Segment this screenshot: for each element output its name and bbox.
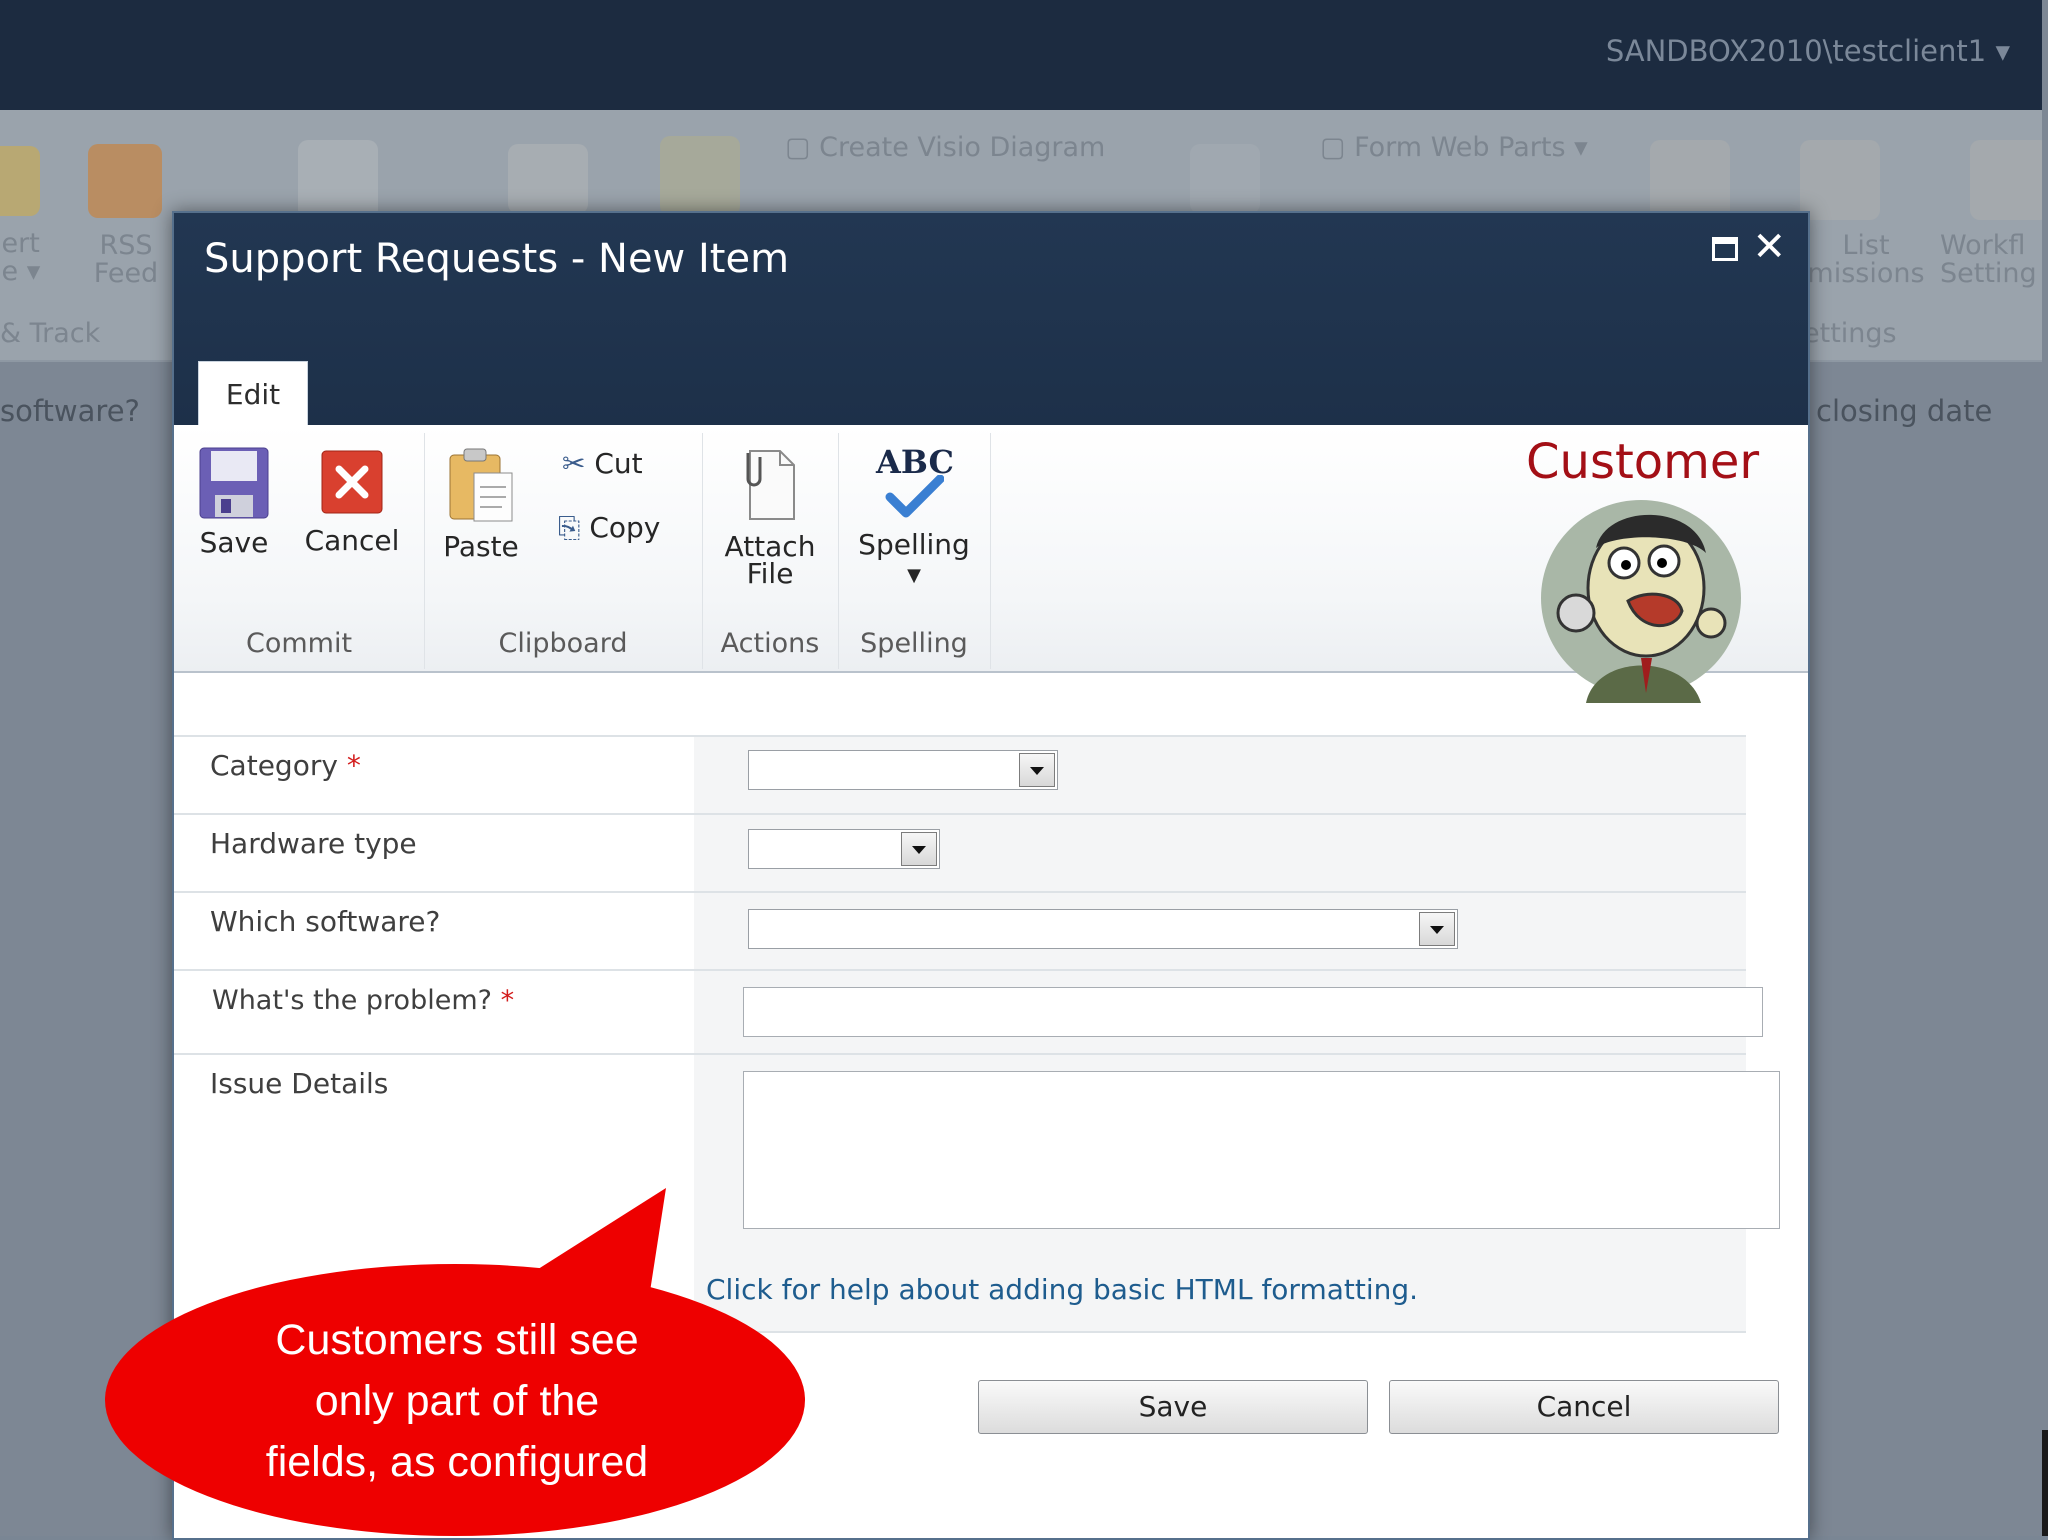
- screen-edge: [2042, 0, 2048, 1430]
- required-marker: *: [500, 985, 515, 1016]
- problem-input[interactable]: [743, 987, 1763, 1037]
- copy-label: Copy: [589, 511, 661, 544]
- top-bar: SANDBOX2010\testclient1 ▾: [0, 0, 2048, 110]
- dialog-title: Support Requests - New Item: [204, 236, 790, 282]
- web-icon: [298, 140, 378, 220]
- gears-icon: [508, 144, 588, 214]
- spelling-button[interactable]: ABC Spelling ▼: [850, 446, 978, 589]
- category-select[interactable]: [748, 750, 1058, 790]
- group-label-spelling: Spelling: [860, 628, 968, 659]
- chevron-down-icon: [1019, 753, 1055, 787]
- bg-column-closing: closing date: [1816, 394, 1993, 428]
- copy-button[interactable]: ⎘ Copy: [558, 511, 660, 545]
- paste-label: Paste: [443, 530, 519, 563]
- software-label: Which software?: [210, 905, 441, 938]
- required-marker: *: [346, 749, 361, 782]
- cut-label: Cut: [594, 447, 643, 480]
- save-button[interactable]: Save: [196, 447, 272, 559]
- chevron-down-icon: ▾: [1995, 34, 2010, 68]
- cancel-button[interactable]: Cancel: [302, 447, 402, 557]
- bg-group-settings: ettings: [1803, 318, 1897, 349]
- callout-line: only part of the: [314, 1377, 600, 1425]
- ribbon-group-actions: Attach File Actions: [702, 433, 839, 669]
- cut-button[interactable]: ✂ Cut: [562, 447, 643, 480]
- bg-webparts-button: ▢ Form Web Parts ▾: [1320, 132, 1588, 163]
- bg-rss-button: RSS Feed: [93, 230, 159, 289]
- group-label-commit: Commit: [245, 628, 353, 659]
- ribbon-group-commit: Save Cancel Commit: [174, 433, 425, 669]
- callout-text: Customers still see only part of the fie…: [192, 1310, 722, 1493]
- paste-button[interactable]: Paste: [438, 447, 524, 563]
- chevron-down-icon: ▼: [907, 565, 921, 586]
- tab-edit[interactable]: Edit: [198, 361, 308, 426]
- maximize-icon[interactable]: [1712, 237, 1738, 261]
- bg-workflow-button: Workfl Setting: [1940, 230, 2037, 289]
- hardware-type-label: Hardware type: [210, 827, 417, 860]
- html-help-link[interactable]: Click for help about adding basic HTML f…: [706, 1273, 1418, 1306]
- spelling-check-icon: ABC: [874, 446, 954, 521]
- form-save-button[interactable]: Save: [978, 1380, 1368, 1434]
- rss-icon: [88, 144, 162, 218]
- bell-icon: [0, 146, 40, 216]
- group-label-actions: Actions: [720, 628, 820, 659]
- paperclip-icon: [746, 450, 795, 520]
- people-icon: [1190, 144, 1260, 214]
- spelling-label: Spelling: [858, 528, 970, 561]
- cancel-x-icon: [321, 450, 383, 514]
- hardware-type-select[interactable]: [748, 829, 940, 869]
- issue-details-textarea[interactable]: [743, 1071, 1780, 1229]
- file-label: File: [746, 557, 794, 590]
- attach-file-button[interactable]: Attach File: [710, 447, 830, 590]
- copy-icon: ⎘: [558, 511, 581, 544]
- angry-customer-avatar: [1541, 500, 1741, 703]
- customer-label: Customer: [1526, 434, 1760, 490]
- ribbon-group-clipboard: Paste ✂ Cut ⎘ Copy Clipboard: [424, 433, 703, 669]
- workflow-icon: [1970, 140, 2048, 220]
- floppy-disk-icon: [199, 447, 269, 519]
- category-label: Category *: [210, 749, 361, 782]
- callout-line: Customers still see: [275, 1316, 639, 1364]
- chevron-down-icon: [901, 832, 937, 866]
- callout-line: fields, as configured: [265, 1438, 649, 1486]
- permissions-icon: [1800, 140, 1880, 220]
- ribbon-group-spelling: ABC Spelling ▼ Spelling: [838, 433, 991, 669]
- user-menu[interactable]: SANDBOX2010\testclient1 ▾: [1606, 34, 2010, 68]
- form-cancel-button[interactable]: Cancel: [1389, 1380, 1779, 1434]
- problem-label: What's the problem? *: [212, 985, 515, 1016]
- bg-list-button: List missions: [1807, 230, 1925, 289]
- chevron-down-icon: [1419, 912, 1455, 946]
- issue-details-label: Issue Details: [210, 1067, 389, 1100]
- close-icon[interactable]: ✕: [1752, 227, 1786, 267]
- save-label: Save: [199, 526, 269, 559]
- form-row-hardware: Hardware type: [174, 813, 1746, 893]
- scissors-icon: ✂: [562, 447, 586, 480]
- bg-alert-button: lertle ▾: [0, 228, 41, 287]
- clipboard-paste-icon: [449, 448, 513, 522]
- user-name: SANDBOX2010\testclient1: [1605, 34, 1987, 68]
- bg-group-track: & Track: [0, 318, 101, 349]
- excel-icon: [660, 136, 740, 216]
- bg-column-software: software?: [0, 394, 140, 428]
- form-icon: [1650, 140, 1730, 220]
- bg-visio-button: ▢ Create Visio Diagram: [785, 132, 1106, 163]
- group-label-clipboard: Clipboard: [498, 628, 628, 659]
- dialog-header: Support Requests - New Item ✕ Edit: [174, 213, 1808, 426]
- software-select[interactable]: [748, 909, 1458, 949]
- cancel-label: Cancel: [304, 524, 400, 557]
